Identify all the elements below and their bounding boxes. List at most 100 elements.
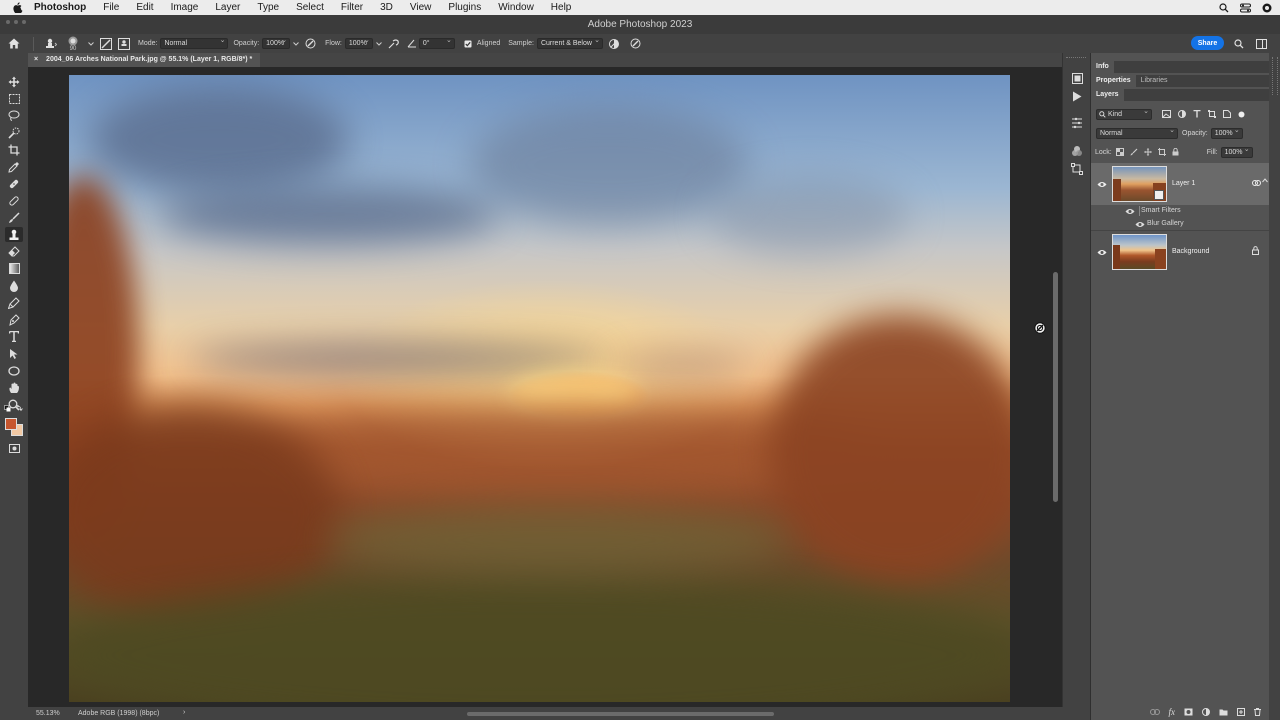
tab-libraries[interactable]: Libraries xyxy=(1136,75,1173,87)
spotlight-search-icon[interactable] xyxy=(1219,2,1229,13)
zoom-window-button[interactable] xyxy=(22,20,26,24)
search-icon[interactable] xyxy=(1232,34,1246,53)
menu-help[interactable]: Help xyxy=(551,2,572,13)
adjustment-filter-icon[interactable] xyxy=(1178,110,1186,118)
menu-view[interactable]: View xyxy=(410,2,432,13)
mode-select[interactable]: Normal xyxy=(160,36,229,49)
brush-tool-icon[interactable] xyxy=(5,210,23,225)
add-mask-icon[interactable] xyxy=(1184,708,1193,716)
clone-source-icon[interactable] xyxy=(115,34,133,53)
lock-position-icon[interactable] xyxy=(1143,148,1152,156)
brush-settings-icon[interactable] xyxy=(97,34,115,53)
move-tool-icon[interactable] xyxy=(5,74,23,89)
clone-stamp-tool-icon[interactable] xyxy=(5,227,23,242)
blur-tool-icon[interactable] xyxy=(5,278,23,293)
history-panel-icon[interactable] xyxy=(1069,70,1085,86)
flow-field[interactable]: 100% xyxy=(344,36,373,49)
default-colors-icon[interactable] xyxy=(4,405,24,413)
strip-grip[interactable] xyxy=(1066,57,1086,60)
pixel-filter-icon[interactable] xyxy=(1162,110,1171,118)
new-layer-icon[interactable] xyxy=(1237,708,1245,716)
tab-properties[interactable]: Properties xyxy=(1091,75,1136,87)
lock-all-icon[interactable] xyxy=(1172,148,1179,156)
tab-info[interactable]: Info xyxy=(1091,61,1114,73)
menu-filter[interactable]: Filter xyxy=(341,2,363,13)
workspace-icon[interactable] xyxy=(1254,34,1268,53)
menu-window[interactable]: Window xyxy=(498,2,534,13)
zoom-level[interactable]: 55.13% xyxy=(36,710,60,717)
status-menu-arrow[interactable]: › xyxy=(183,709,185,716)
airbrush-icon[interactable] xyxy=(383,34,405,53)
shape-filter-icon[interactable] xyxy=(1208,110,1216,118)
document-image[interactable] xyxy=(69,75,1010,702)
eraser-tool-icon[interactable] xyxy=(5,244,23,259)
new-group-icon[interactable] xyxy=(1219,709,1228,716)
layer-1-name[interactable]: Layer 1 xyxy=(1172,180,1195,187)
paths-panel-icon[interactable] xyxy=(1069,161,1085,177)
healing-brush-tool-icon[interactable] xyxy=(5,193,23,208)
share-button[interactable]: Share xyxy=(1191,36,1224,50)
vertical-scrollbar[interactable] xyxy=(1053,272,1058,502)
lock-pixels-icon[interactable] xyxy=(1130,148,1138,156)
apple-menu-icon[interactable] xyxy=(12,2,24,14)
collapse-filters-icon[interactable] xyxy=(1262,178,1268,183)
chevron-down-icon[interactable] xyxy=(292,34,300,53)
marquee-tool-icon[interactable] xyxy=(5,91,23,106)
delete-layer-icon[interactable] xyxy=(1254,708,1261,716)
layer-row-layer-1[interactable]: Layer 1 xyxy=(1091,163,1269,205)
control-center-icon[interactable] xyxy=(1240,3,1251,13)
fill-field[interactable]: 100% xyxy=(1220,145,1253,158)
quick-selection-tool-icon[interactable] xyxy=(5,125,23,140)
close-window-button[interactable] xyxy=(6,20,10,24)
type-tool-icon[interactable] xyxy=(5,329,23,344)
ignore-adjustment-layers-icon[interactable] xyxy=(603,34,625,53)
brush-preset-picker[interactable]: 90 xyxy=(61,34,85,53)
smart-object-filter-icon[interactable] xyxy=(1223,110,1231,118)
lasso-tool-icon[interactable] xyxy=(5,108,23,123)
lock-transparent-icon[interactable] xyxy=(1115,148,1124,156)
blend-mode-select[interactable]: Normal xyxy=(1096,126,1178,139)
layer-lock-icon[interactable] xyxy=(1252,246,1259,255)
menu-type[interactable]: Type xyxy=(257,2,279,13)
adjustments-panel-icon[interactable] xyxy=(1069,115,1085,131)
crop-tool-icon[interactable] xyxy=(5,142,23,157)
window-controls[interactable] xyxy=(6,20,26,24)
type-filter-icon[interactable] xyxy=(1193,110,1201,118)
sample-select[interactable]: Current & Below xyxy=(536,36,603,49)
smart-filter-indicator-icon[interactable] xyxy=(1252,179,1261,187)
channels-panel-icon[interactable] xyxy=(1069,143,1085,159)
visibility-eye-icon[interactable] xyxy=(1097,248,1107,256)
visibility-eye-icon[interactable] xyxy=(1097,180,1107,188)
tab-layers[interactable]: Layers xyxy=(1091,89,1124,101)
lock-artboard-icon[interactable] xyxy=(1157,148,1166,156)
adjustment-layer-icon[interactable] xyxy=(1202,708,1210,716)
actions-play-icon[interactable] xyxy=(1069,88,1085,104)
foreground-color-swatch[interactable] xyxy=(5,418,17,430)
opacity-field[interactable]: 100% xyxy=(262,36,291,49)
ellipse-tool-icon[interactable] xyxy=(5,363,23,378)
dodge-tool-icon[interactable] xyxy=(5,295,23,310)
filter-toggle-icon[interactable] xyxy=(1238,111,1245,118)
spot-healing-tool-icon[interactable] xyxy=(5,176,23,191)
menu-image[interactable]: Image xyxy=(171,2,199,13)
canvas-area[interactable] xyxy=(28,67,1062,707)
layer-opacity-field[interactable]: 100% xyxy=(1210,126,1243,139)
menu-app-name[interactable]: Photoshop xyxy=(34,2,86,13)
menu-plugins[interactable]: Plugins xyxy=(448,2,481,13)
menu-file[interactable]: File xyxy=(103,2,119,13)
pressure-size-icon[interactable] xyxy=(625,34,647,53)
gradient-tool-icon[interactable] xyxy=(5,261,23,276)
layer-effects-icon[interactable]: fx xyxy=(1169,707,1176,717)
chevron-down-icon[interactable] xyxy=(375,34,383,53)
home-icon[interactable] xyxy=(0,34,28,53)
document-tab[interactable]: × 2004_06 Arches National Park.jpg @ 55.… xyxy=(28,53,261,67)
path-selection-tool-icon[interactable] xyxy=(5,346,23,361)
smart-filters-eye-icon[interactable] xyxy=(1125,208,1135,215)
pen-tool-icon[interactable] xyxy=(5,312,23,327)
eyedropper-tool-icon[interactable] xyxy=(5,159,23,174)
menu-layer[interactable]: Layer xyxy=(215,2,240,13)
clone-stamp-preset-icon[interactable] xyxy=(39,34,61,53)
smart-filters-row[interactable]: Smart Filters xyxy=(1091,205,1269,218)
aligned-checkbox[interactable] xyxy=(461,34,475,53)
siri-icon[interactable] xyxy=(1262,3,1272,13)
